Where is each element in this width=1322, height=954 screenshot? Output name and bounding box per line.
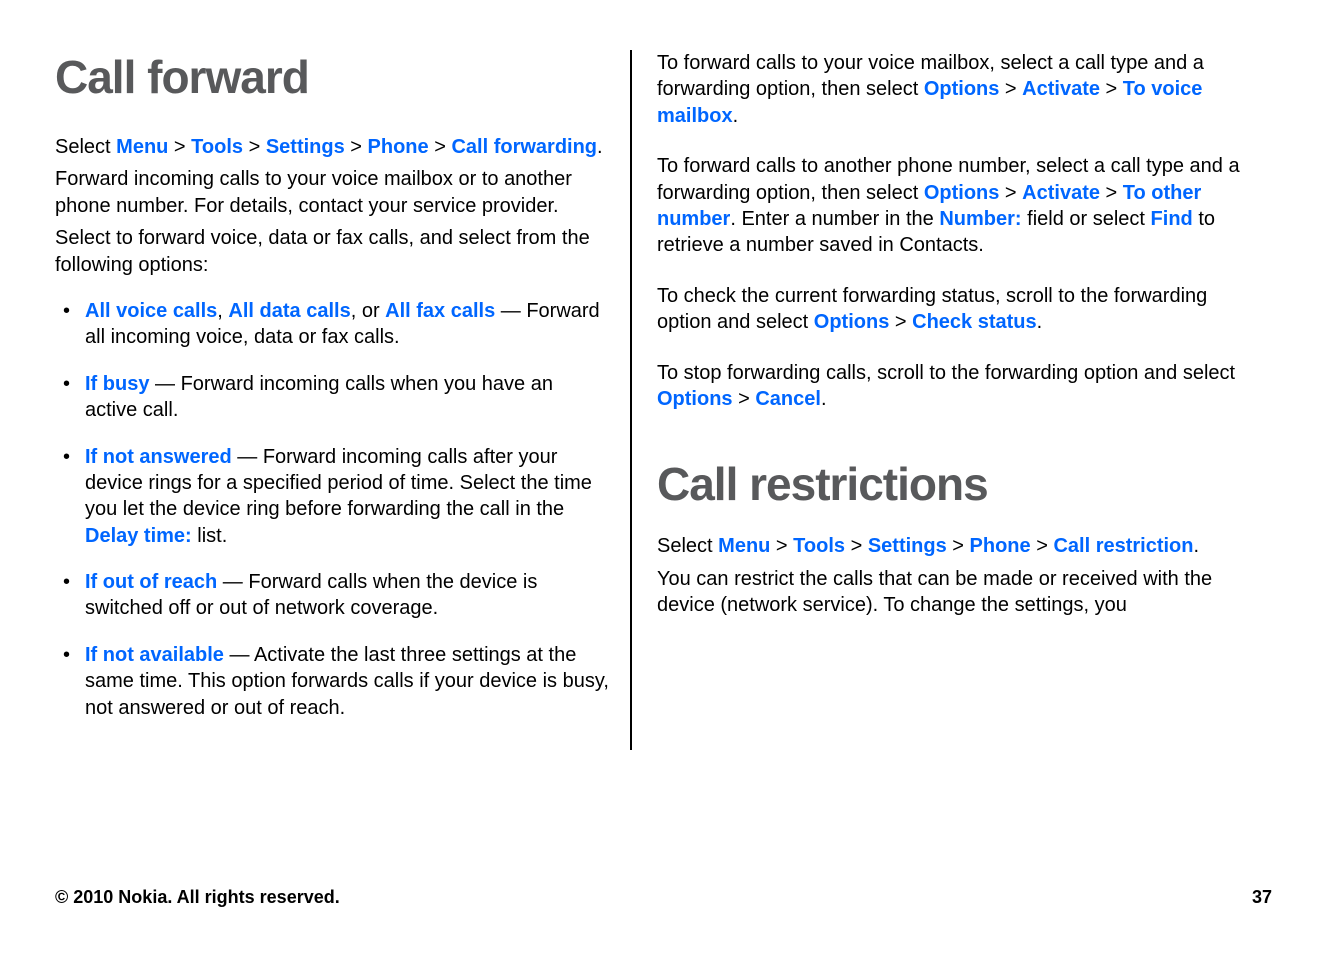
nav-phone: Phone bbox=[970, 535, 1031, 557]
para-forward-desc: Forward incoming calls to your voice mai… bbox=[55, 166, 610, 219]
para-other-number: To forward calls to another phone number… bbox=[657, 153, 1252, 259]
heading-call-restrictions: Call restrictions bbox=[657, 457, 1252, 511]
kw-find: Find bbox=[1151, 208, 1193, 230]
period: . bbox=[597, 136, 603, 158]
kw-options: Options bbox=[657, 388, 733, 410]
list-item: • If not answered — Forward incoming cal… bbox=[55, 444, 610, 550]
kw-activate: Activate bbox=[1022, 182, 1100, 204]
period: . bbox=[821, 388, 827, 410]
nav-sep: > bbox=[1100, 78, 1123, 100]
para-select-options: Select to forward voice, data or fax cal… bbox=[55, 225, 610, 278]
nav-sep: > bbox=[168, 136, 191, 158]
page-number: 37 bbox=[1252, 887, 1272, 908]
period: . bbox=[1037, 311, 1043, 333]
opt-if-busy: If busy bbox=[85, 373, 149, 395]
nav-call-restriction: Call restriction bbox=[1053, 535, 1193, 557]
nav-sep: > bbox=[889, 311, 912, 333]
kw-cancel: Cancel bbox=[755, 388, 821, 410]
copyright-text: © 2010 Nokia. All rights reserved. bbox=[55, 887, 340, 908]
kw-options: Options bbox=[924, 78, 1000, 100]
list-item: • If busy — Forward incoming calls when … bbox=[55, 371, 610, 424]
forwarding-options-list: • All voice calls, All data calls, or Al… bbox=[55, 298, 610, 721]
nav-sep: > bbox=[947, 535, 970, 557]
opt-all-fax: All fax calls bbox=[385, 300, 495, 322]
heading-call-forward: Call forward bbox=[55, 50, 610, 104]
nav-tools: Tools bbox=[191, 136, 243, 158]
left-column: Call forward Select Menu > Tools > Setti… bbox=[55, 50, 630, 750]
opt-delay-time: Delay time: bbox=[85, 525, 192, 547]
nav-path-call-restriction: Select Menu > Tools > Settings > Phone >… bbox=[657, 533, 1252, 559]
kw-options: Options bbox=[814, 311, 890, 333]
nav-menu: Menu bbox=[116, 136, 168, 158]
select-label: Select bbox=[55, 136, 116, 158]
page-footer: © 2010 Nokia. All rights reserved. 37 bbox=[55, 887, 1272, 908]
nav-path-call-forwarding: Select Menu > Tools > Settings > Phone >… bbox=[55, 134, 610, 160]
nav-sep: > bbox=[770, 535, 793, 557]
nav-sep: > bbox=[345, 136, 368, 158]
bullet-icon: • bbox=[63, 642, 70, 668]
opt-if-out-of-reach: If out of reach bbox=[85, 571, 217, 593]
bullet-icon: • bbox=[63, 298, 70, 324]
nav-menu: Menu bbox=[718, 535, 770, 557]
opt-if-not-answered: If not answered bbox=[85, 446, 232, 468]
nav-tools: Tools bbox=[793, 535, 845, 557]
para-check-status: To check the current forwarding status, … bbox=[657, 283, 1252, 336]
nav-call-forwarding: Call forwarding bbox=[451, 136, 597, 158]
two-column-layout: Call forward Select Menu > Tools > Setti… bbox=[55, 50, 1272, 750]
nav-sep: > bbox=[733, 388, 756, 410]
nav-sep: > bbox=[1100, 182, 1123, 204]
sep-text: , or bbox=[351, 300, 385, 322]
select-label: Select bbox=[657, 535, 718, 557]
opt-all-voice: All voice calls bbox=[85, 300, 217, 322]
opt-all-data: All data calls bbox=[228, 300, 350, 322]
desc-text: — Forward incoming calls when you have a… bbox=[85, 373, 553, 421]
kw-number-field: Number: bbox=[939, 208, 1021, 230]
nav-sep: > bbox=[845, 535, 868, 557]
text: To stop forwarding calls, scroll to the … bbox=[657, 362, 1235, 384]
desc-text: list. bbox=[192, 525, 228, 547]
kw-options: Options bbox=[924, 182, 1000, 204]
nav-settings: Settings bbox=[266, 136, 345, 158]
period: . bbox=[733, 105, 739, 127]
list-item: • If not available — Activate the last t… bbox=[55, 642, 610, 721]
nav-sep: > bbox=[999, 78, 1022, 100]
opt-if-not-available: If not available bbox=[85, 644, 224, 666]
list-item: • If out of reach — Forward calls when t… bbox=[55, 569, 610, 622]
kw-activate: Activate bbox=[1022, 78, 1100, 100]
nav-sep: > bbox=[999, 182, 1022, 204]
nav-sep: > bbox=[429, 136, 452, 158]
para-restrict-desc: You can restrict the calls that can be m… bbox=[657, 566, 1252, 619]
sep-text: , bbox=[217, 300, 228, 322]
para-voice-mailbox: To forward calls to your voice mailbox, … bbox=[657, 50, 1252, 129]
text: field or select bbox=[1022, 208, 1151, 230]
right-column: To forward calls to your voice mailbox, … bbox=[632, 50, 1252, 750]
bullet-icon: • bbox=[63, 444, 70, 470]
bullet-icon: • bbox=[63, 569, 70, 595]
nav-phone: Phone bbox=[368, 136, 429, 158]
para-cancel: To stop forwarding calls, scroll to the … bbox=[657, 360, 1252, 413]
kw-check-status: Check status bbox=[912, 311, 1037, 333]
nav-sep: > bbox=[243, 136, 266, 158]
document-page: Call forward Select Menu > Tools > Setti… bbox=[0, 0, 1322, 954]
period: . bbox=[1194, 535, 1200, 557]
nav-sep: > bbox=[1031, 535, 1054, 557]
list-item: • All voice calls, All data calls, or Al… bbox=[55, 298, 610, 351]
bullet-icon: • bbox=[63, 371, 70, 397]
nav-settings: Settings bbox=[868, 535, 947, 557]
text: . Enter a number in the bbox=[730, 208, 939, 230]
